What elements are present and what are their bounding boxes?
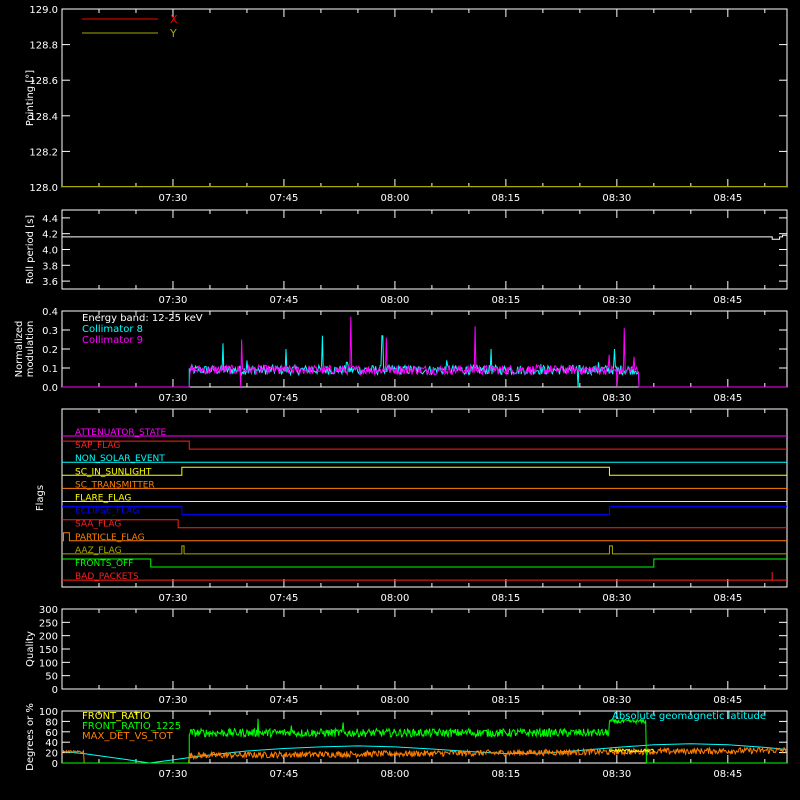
legend-label: Collimator 9: [82, 335, 143, 346]
flag-label: SC_TRANSMITTER: [75, 480, 155, 490]
y-tick-label: 100: [39, 707, 58, 718]
flag-label: FRONTS_OFF: [75, 559, 133, 569]
y-tick-label: 0.2: [42, 345, 58, 356]
y-tick-label: 3.8: [42, 261, 58, 272]
legend-label: X: [170, 13, 178, 26]
legend-label: Collimator 8: [82, 324, 143, 335]
x-tick-label: 08:30: [602, 295, 631, 306]
flag-label: ECLIPSE_FLAG: [75, 507, 139, 517]
x-tick-label: 08:00: [380, 593, 409, 604]
x-tick-label: 08:45: [713, 295, 742, 306]
y-tick-label: 3.6: [42, 277, 58, 288]
flag-label: ATTENUATOR_STATE: [75, 428, 167, 438]
x-tick-label: 08:00: [380, 769, 409, 780]
legend-label: Absolute geomagnetic latitude: [612, 711, 766, 722]
flag-label: PARTICLE_FLAG: [75, 533, 145, 543]
x-tick-label: 07:45: [270, 593, 299, 604]
y-axis-label: Roll period [s]: [25, 215, 36, 284]
y-tick-label: 300: [39, 605, 58, 616]
x-tick-label: 08:00: [380, 695, 409, 706]
x-tick-label: 08:15: [491, 393, 520, 404]
x-tick-label: 08:45: [713, 769, 742, 780]
x-tick-label: 08:15: [491, 193, 520, 204]
x-tick-label: 07:45: [270, 295, 299, 306]
x-tick-label: 07:45: [270, 695, 299, 706]
y-tick-label: 60: [45, 728, 58, 739]
x-tick-label: 08:00: [380, 193, 409, 204]
x-tick-label: 08:30: [602, 393, 631, 404]
y-tick-label: 100: [39, 658, 58, 669]
y-axis-label: Pointing [°]: [25, 70, 36, 126]
flag-label: AAZ_FLAG: [75, 546, 122, 556]
x-tick-label: 08:45: [713, 695, 742, 706]
energy-band-annotation: Energy band: 12-25 keV: [82, 313, 203, 324]
x-tick-label: 08:30: [602, 193, 631, 204]
x-tick-label: 08:15: [491, 295, 520, 306]
y-axis-label: Normalized: [14, 321, 25, 378]
y-tick-label: 128.0: [29, 183, 58, 194]
y-tick-label: 250: [39, 618, 58, 629]
y-tick-label: 0.4: [42, 307, 58, 318]
x-tick-label: 08:00: [380, 295, 409, 306]
y-axis-label: Flags: [35, 485, 46, 511]
x-tick-label: 07:30: [159, 593, 188, 604]
x-tick-label: 07:30: [159, 695, 188, 706]
x-tick-label: 07:30: [159, 193, 188, 204]
x-tick-label: 07:30: [159, 295, 188, 306]
y-axis-label: modulation: [25, 321, 36, 378]
y-tick-label: 0: [52, 685, 58, 696]
legend-label: Y: [169, 27, 177, 40]
flag-label: NON_SOLAR_EVENT: [75, 454, 165, 464]
x-tick-label: 08:15: [491, 593, 520, 604]
x-tick-label: 07:45: [270, 393, 299, 404]
x-tick-label: 07:30: [159, 393, 188, 404]
y-tick-label: 0.1: [42, 364, 58, 375]
y-tick-label: 150: [39, 645, 58, 656]
flag-label: BAD_PACKETS: [75, 572, 139, 582]
y-tick-label: 4.0: [42, 246, 58, 257]
y-tick-label: 0: [52, 759, 58, 770]
quicklook-chart: 07:30 07:45 08:00 08:15 08:30 08:45 128.0 128.2…: [0, 0, 800, 800]
y-axis-label: Quality: [25, 631, 36, 667]
y-tick-label: 200: [39, 632, 58, 643]
x-tick-label: 08:30: [602, 769, 631, 780]
y-tick-label: 0.0: [42, 383, 58, 394]
flag-label: SAP_FLAG: [75, 441, 120, 451]
x-tick-label: 08:30: [602, 593, 631, 604]
x-tick-label: 08:45: [713, 393, 742, 404]
x-tick-label: 07:45: [270, 193, 299, 204]
flag-label: FLARE_FLAG: [75, 494, 131, 504]
y-tick-label: 20: [45, 749, 58, 760]
y-tick-label: 0.3: [42, 326, 58, 337]
x-tick-label: 08:45: [713, 193, 742, 204]
y-tick-label: 50: [45, 672, 58, 683]
flag-label: SC_IN_SUNLIGHT: [75, 467, 152, 477]
x-tick-label: 08:30: [602, 695, 631, 706]
y-tick-label: 129.0: [29, 5, 58, 16]
x-tick-label: 07:45: [270, 769, 299, 780]
y-axis-label: Degrees or %: [25, 703, 36, 771]
y-tick-label: 4.2: [42, 230, 58, 241]
x-tick-label: 08:00: [380, 393, 409, 404]
x-tick-label: 08:45: [713, 593, 742, 604]
flag-label: SAA_FLAG: [75, 520, 121, 530]
x-tick-label: 08:15: [491, 769, 520, 780]
x-tick-label: 07:30: [159, 769, 188, 780]
y-tick-label: 128.2: [29, 147, 58, 158]
y-tick-label: 4.4: [42, 214, 58, 225]
legend-label: MAX_DET_VS_TOT: [82, 731, 174, 742]
y-tick-label: 128.8: [29, 41, 58, 52]
y-tick-label: 40: [45, 738, 58, 749]
x-tick-label: 08:15: [491, 695, 520, 706]
y-tick-label: 80: [45, 717, 58, 728]
